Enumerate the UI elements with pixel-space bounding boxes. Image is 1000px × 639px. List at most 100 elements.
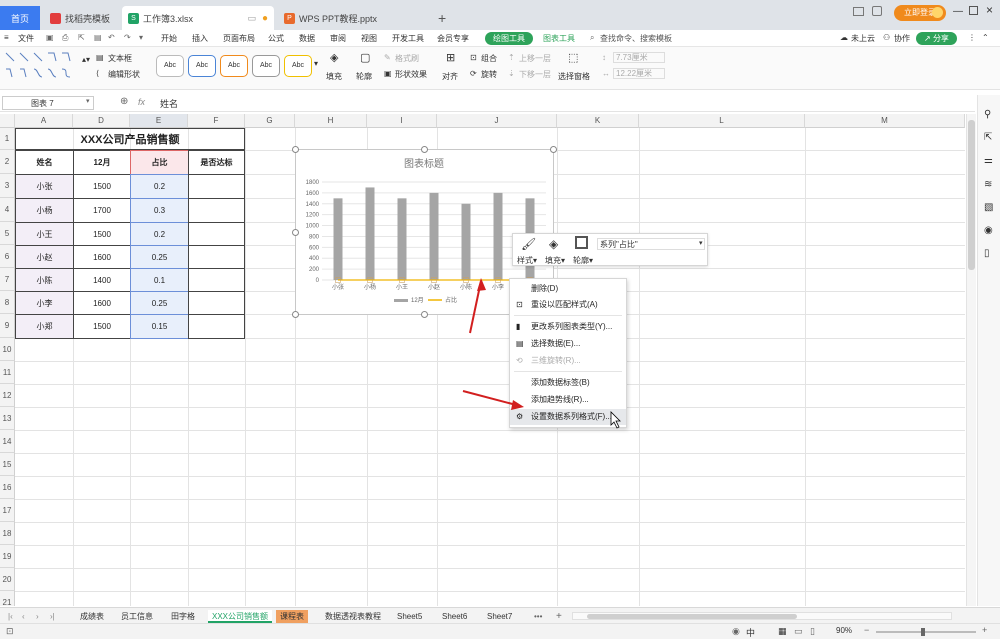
- outline-button[interactable]: 轮廓: [356, 71, 372, 82]
- more-sheets-icon[interactable]: •••: [530, 610, 546, 623]
- tab-ppt[interactable]: P WPS PPT教程.pptx: [278, 6, 428, 30]
- h-scrollbar-thumb[interactable]: [587, 614, 797, 619]
- header-cell-name[interactable]: 姓名: [15, 150, 74, 175]
- menu-item-3[interactable]: 公式: [268, 33, 284, 44]
- table-cell[interactable]: [188, 245, 245, 269]
- align-button[interactable]: 对齐: [442, 71, 458, 82]
- add-sheet-icon[interactable]: +: [552, 610, 566, 623]
- sheet-tab-5[interactable]: 课程表: [276, 610, 308, 623]
- location-icon[interactable]: ◉: [984, 225, 993, 236]
- table-cell[interactable]: 小赵: [15, 245, 74, 269]
- header-cell-ratio[interactable]: 占比: [130, 150, 189, 175]
- down-layer-button[interactable]: 下移一层: [519, 69, 551, 80]
- zoom-slider-thumb[interactable]: [921, 628, 925, 636]
- save-icon[interactable]: ▣: [46, 33, 54, 42]
- tab-draw-tools[interactable]: 绘图工具: [485, 32, 533, 45]
- redo-icon[interactable]: ↷: [124, 33, 131, 42]
- col-header-k[interactable]: K: [557, 114, 639, 128]
- menu-change-chart-type[interactable]: ▮ 更改系列图表类型(Y)...: [510, 319, 626, 335]
- more-icon[interactable]: ▾: [139, 33, 143, 42]
- sheet-tab-9[interactable]: Sheet7: [483, 610, 516, 623]
- row-header-13[interactable]: 13: [0, 407, 15, 430]
- row-header-9[interactable]: 9: [0, 314, 15, 338]
- table-cell[interactable]: 0.25: [130, 291, 189, 315]
- ime-indicator[interactable]: 中: [746, 626, 755, 639]
- table-cell[interactable]: [188, 314, 245, 339]
- layout-icon[interactable]: [853, 7, 864, 16]
- row-header-7[interactable]: 7: [0, 268, 15, 291]
- scrollbar-thumb[interactable]: [968, 120, 975, 270]
- group-button[interactable]: 组合: [481, 53, 497, 64]
- tab-chart-tools[interactable]: 图表工具: [543, 33, 575, 44]
- menu-add-data-labels[interactable]: 添加数据标签(B): [510, 375, 626, 391]
- row-header-1[interactable]: 1: [0, 128, 15, 150]
- sheet-tab-3[interactable]: 田字格: [167, 610, 199, 623]
- table-cell[interactable]: 1500: [73, 174, 131, 199]
- col-header-l[interactable]: L: [639, 114, 805, 128]
- format-brush-button[interactable]: 格式刷: [395, 53, 419, 64]
- series-dropdown-icon[interactable]: ▾: [699, 239, 703, 247]
- row-header-19[interactable]: 19: [0, 545, 15, 568]
- menu-item-4[interactable]: 数据: [299, 33, 315, 44]
- row-header-8[interactable]: 8: [0, 291, 15, 314]
- resize-handle[interactable]: [421, 146, 428, 153]
- row-header-12[interactable]: 12: [0, 384, 15, 407]
- resize-handle[interactable]: [292, 311, 299, 318]
- col-header-h[interactable]: H: [295, 114, 367, 128]
- fx-icon[interactable]: fx: [138, 97, 145, 107]
- menu-item-7[interactable]: 开发工具: [392, 33, 424, 44]
- table-cell[interactable]: 0.25: [130, 245, 189, 269]
- pin-icon[interactable]: ⚲: [984, 109, 991, 120]
- hamburger-icon[interactable]: ≡: [4, 33, 9, 42]
- table-cell[interactable]: [188, 268, 245, 292]
- book-icon[interactable]: ▯: [984, 248, 990, 259]
- table-cell[interactable]: [188, 291, 245, 315]
- header-cell-dec[interactable]: 12月: [73, 150, 131, 175]
- sheet-tab-8[interactable]: Sheet6: [438, 610, 471, 623]
- menu-item-1[interactable]: 插入: [192, 33, 208, 44]
- table-cell[interactable]: 1500: [73, 314, 131, 339]
- table-cell[interactable]: 1500: [73, 222, 131, 246]
- table-title-cell[interactable]: XXX公司产品销售额: [15, 128, 245, 150]
- image-icon[interactable]: ▧: [984, 202, 993, 213]
- row-header-16[interactable]: 16: [0, 476, 15, 499]
- row-header-17[interactable]: 17: [0, 499, 15, 522]
- col-header-j[interactable]: J: [437, 114, 557, 128]
- col-header-f[interactable]: F: [188, 114, 245, 128]
- horizontal-scrollbar[interactable]: [572, 612, 952, 620]
- menu-item-2[interactable]: 页面布局: [223, 33, 255, 44]
- undo-icon[interactable]: ↶: [108, 33, 115, 42]
- shape-style-5[interactable]: Abc: [284, 55, 312, 77]
- reading-view-icon[interactable]: ▯: [810, 626, 815, 637]
- collab-button[interactable]: 协作: [894, 33, 910, 44]
- table-cell[interactable]: 1700: [73, 198, 131, 223]
- sheet-tab-7[interactable]: Sheet5: [393, 610, 426, 623]
- up-layer-button[interactable]: 上移一层: [519, 53, 551, 64]
- style-more-icon[interactable]: ▾: [314, 59, 318, 68]
- row-header-21[interactable]: 21: [0, 591, 15, 606]
- export-icon[interactable]: ⇱: [78, 33, 85, 42]
- zoom-in-icon[interactable]: +: [982, 625, 987, 635]
- table-cell[interactable]: 小杨: [15, 198, 74, 223]
- chart-title[interactable]: 图表标题: [404, 157, 444, 170]
- maximize-icon[interactable]: [969, 6, 978, 15]
- table-cell[interactable]: 小郑: [15, 314, 74, 339]
- last-sheet-icon[interactable]: ›|: [46, 610, 59, 623]
- pointer-icon[interactable]: ⇱: [984, 132, 992, 143]
- new-tab-button[interactable]: +: [432, 6, 452, 30]
- macro-icon[interactable]: ⊡: [6, 626, 14, 637]
- row-header-15[interactable]: 15: [0, 453, 15, 476]
- width-input[interactable]: 12.22厘米: [613, 68, 665, 79]
- menu-item-5[interactable]: 审阅: [330, 33, 346, 44]
- page-view-icon[interactable]: ▭: [794, 626, 803, 637]
- tab-template[interactable]: 找稻壳模板: [44, 6, 120, 30]
- header-cell-target[interactable]: 是否达标: [188, 150, 245, 175]
- tab-home[interactable]: 首页: [0, 6, 40, 30]
- row-header-18[interactable]: 18: [0, 522, 15, 545]
- table-cell[interactable]: 0.1: [130, 268, 189, 292]
- preview-icon[interactable]: ▤: [94, 33, 102, 42]
- print-icon[interactable]: ⎙: [62, 33, 68, 43]
- table-cell[interactable]: 1600: [73, 245, 131, 269]
- close-icon[interactable]: ×: [986, 3, 993, 17]
- avatar[interactable]: [932, 7, 943, 18]
